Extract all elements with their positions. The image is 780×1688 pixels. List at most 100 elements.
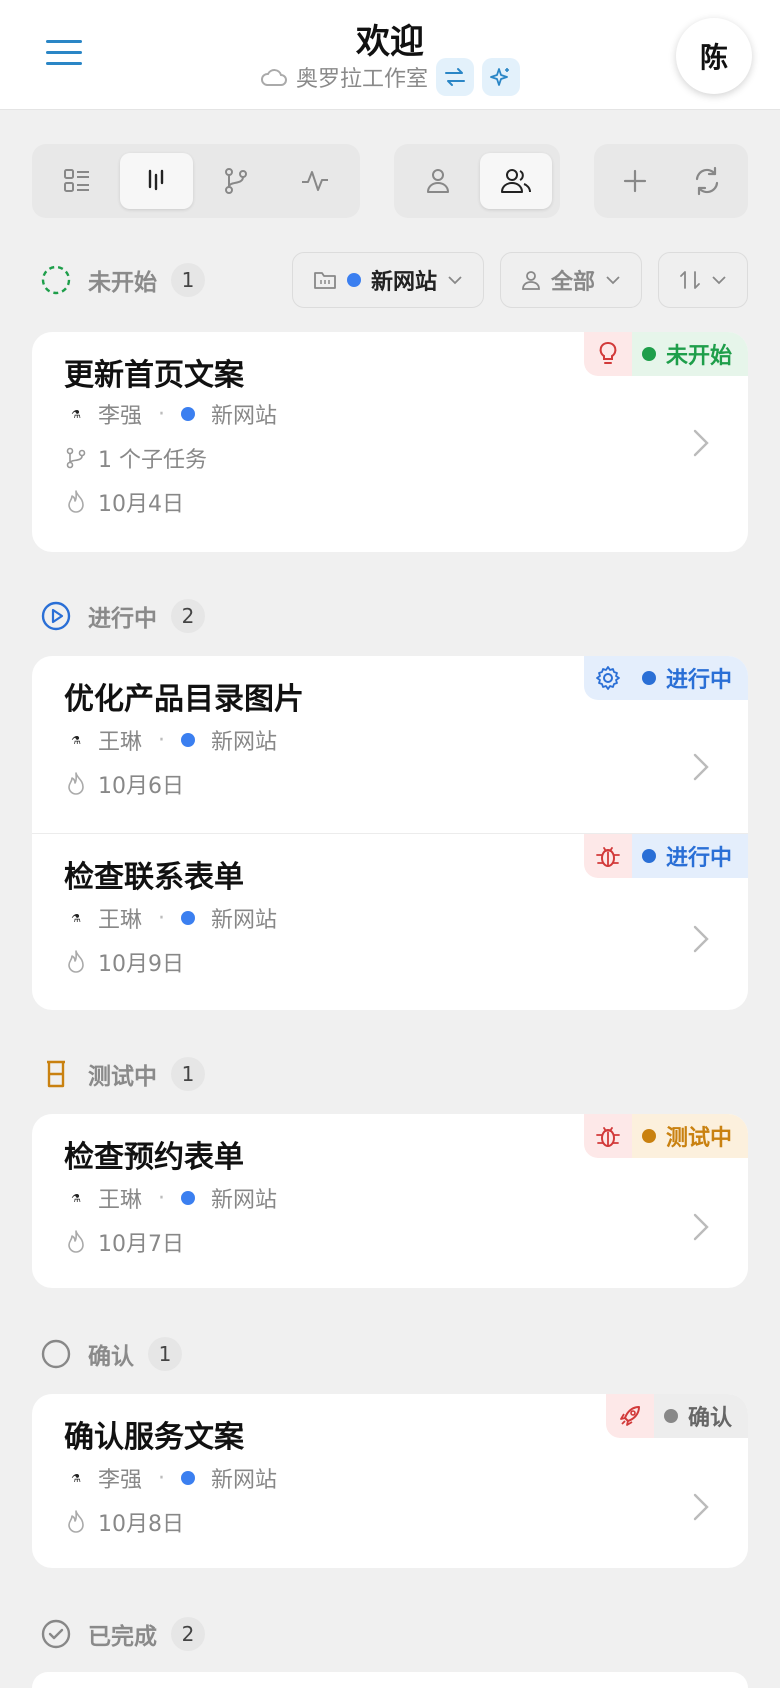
- board-view-icon[interactable]: [119, 153, 193, 209]
- project-color-dot: [181, 407, 196, 421]
- cloud-icon: [260, 69, 287, 86]
- chevron-down-icon: [712, 276, 726, 285]
- project-name: 新网站: [211, 908, 278, 933]
- project-filter[interactable]: 新网站: [291, 252, 484, 308]
- user-avatar[interactable]: 陈: [676, 18, 752, 94]
- lightbulb-icon: [583, 332, 632, 376]
- task-title: 更新首页文案: [64, 358, 244, 393]
- due-row: 10月9日: [64, 946, 184, 978]
- status-dot: [641, 671, 656, 685]
- circle-icon: [41, 1339, 71, 1369]
- assignee-name: 王琳: [98, 730, 143, 755]
- assignee-avatar-icon: ⚗: [71, 733, 81, 747]
- check-circle-icon: [41, 1619, 71, 1649]
- task-card[interactable]: 确认服务文案 确认 ⚗ 李强 · 新网站 10月8日: [32, 1394, 748, 1568]
- branch-icon: [66, 447, 86, 469]
- task-card[interactable]: 检查联系表单 进行中 ⚗ 王琳 · 新网站 10月9日: [32, 834, 748, 1010]
- section-count: 1: [171, 1057, 205, 1091]
- assignee-avatar-icon: ⚗: [71, 1191, 81, 1205]
- section-label: 未开始: [88, 270, 157, 296]
- status-badge[interactable]: 未开始: [583, 332, 748, 376]
- task-card[interactable]: 优化产品目录图片 进行中 ⚗ 王琳 · 新网站 10月6日: [32, 656, 748, 834]
- task-title: 确认服务文案: [64, 1420, 244, 1455]
- sparkle-icon[interactable]: [482, 58, 520, 96]
- project-filter-label: 新网站: [370, 270, 437, 295]
- chevron-right-icon: [693, 753, 709, 781]
- section-label: 进行中: [88, 606, 157, 632]
- project-color-dot: [346, 273, 361, 287]
- task-meta: ⚗ 王琳 · 新网站: [64, 1182, 277, 1214]
- chevron-right-icon: [693, 925, 709, 953]
- section-testing: 测试中 1: [40, 1046, 748, 1102]
- team-users-icon[interactable]: [480, 153, 552, 209]
- rocket-icon: [605, 1394, 654, 1438]
- workspace-selector[interactable]: 奥罗拉工作室: [260, 61, 428, 93]
- due-row: 10月8日: [64, 1506, 184, 1538]
- assignee-avatar-icon: ⚗: [71, 407, 81, 421]
- chevron-down-icon: [606, 276, 620, 285]
- due-row: 10月6日: [64, 768, 184, 800]
- project-name: 新网站: [211, 1468, 278, 1493]
- status-badge[interactable]: 测试中: [583, 1114, 748, 1158]
- project-name: 新网站: [211, 404, 278, 429]
- status-badge[interactable]: 确认: [605, 1394, 748, 1438]
- status-label: 确认: [687, 1406, 732, 1431]
- subtask-row: 1 个子任务: [64, 442, 207, 474]
- refresh-icon[interactable]: [674, 153, 740, 209]
- status-badge[interactable]: 进行中: [583, 656, 748, 700]
- task-meta: ⚗ 李强 · 新网站: [64, 1462, 277, 1494]
- chevron-right-icon: [693, 1213, 709, 1241]
- assignee-name: 李强: [98, 1468, 143, 1493]
- status-label: 进行中: [665, 668, 732, 693]
- user-icon: [522, 271, 540, 290]
- assignee-name: 王琳: [98, 908, 143, 933]
- task-card-group: 确认服务文案 确认 ⚗ 李强 · 新网站 10月8日: [32, 1394, 748, 1568]
- status-badge[interactable]: 进行中: [583, 834, 748, 878]
- filter-bar: 新网站 全部: [291, 252, 748, 308]
- status-label: 进行中: [665, 846, 732, 871]
- task-meta: ⚗ 王琳 · 新网站: [64, 724, 277, 756]
- add-icon[interactable]: [602, 153, 668, 209]
- status-label: 测试中: [665, 1126, 732, 1151]
- section-count: 1: [171, 263, 205, 297]
- task-meta: ⚗ 李强 · 新网站: [64, 398, 277, 430]
- section-count: 1: [148, 1337, 182, 1371]
- flame-icon: [68, 490, 84, 513]
- activity-view-icon[interactable]: [279, 153, 353, 209]
- sort-icon: [680, 271, 700, 289]
- bug-icon: [583, 1114, 632, 1158]
- task-card[interactable]: 更新首页文案 未开始 ⚗ 李强 · 新网站 1 个子任务 10月4日: [32, 332, 748, 552]
- assignee-filter[interactable]: 全部: [499, 252, 642, 308]
- branch-view-icon[interactable]: [199, 153, 273, 209]
- section-in-progress: 进行中 2: [40, 588, 748, 644]
- chevron-right-icon: [693, 1493, 709, 1521]
- workspace-name: 奥罗拉工作室: [295, 67, 428, 92]
- app-header: 欢迎 奥罗拉工作室 陈: [0, 0, 780, 110]
- single-user-icon[interactable]: [402, 153, 474, 209]
- status-dot: [641, 1129, 656, 1143]
- actions-group: [594, 144, 748, 218]
- status-dot: [641, 347, 656, 361]
- view-mode-group: [32, 144, 360, 218]
- workspace-row: 奥罗拉工作室: [0, 58, 780, 96]
- assignee-avatar-icon: ⚗: [71, 911, 81, 925]
- play-circle-icon: [41, 601, 71, 631]
- project-color-dot: [181, 911, 196, 925]
- flame-icon: [68, 1510, 84, 1533]
- list-view-icon[interactable]: [40, 153, 114, 209]
- due-row: 10月4日: [64, 486, 184, 518]
- due-date: 10月6日: [98, 774, 184, 799]
- section-count: 2: [171, 1617, 205, 1651]
- due-date: 10月9日: [98, 952, 184, 977]
- assignee-name: 李强: [98, 404, 143, 429]
- chevron-right-icon: [693, 429, 709, 457]
- sort-button[interactable]: [658, 252, 748, 308]
- task-card[interactable]: 检查预约表单 测试中 ⚗ 王琳 · 新网站 10月7日: [32, 1114, 748, 1288]
- project-color-dot: [181, 1191, 196, 1205]
- status-dot: [641, 849, 656, 863]
- view-toolbar: [32, 144, 748, 218]
- switch-icon[interactable]: [436, 58, 474, 96]
- chevron-down-icon: [448, 276, 462, 285]
- task-title: 优化产品目录图片: [64, 682, 304, 717]
- not-started-icon: [41, 265, 71, 295]
